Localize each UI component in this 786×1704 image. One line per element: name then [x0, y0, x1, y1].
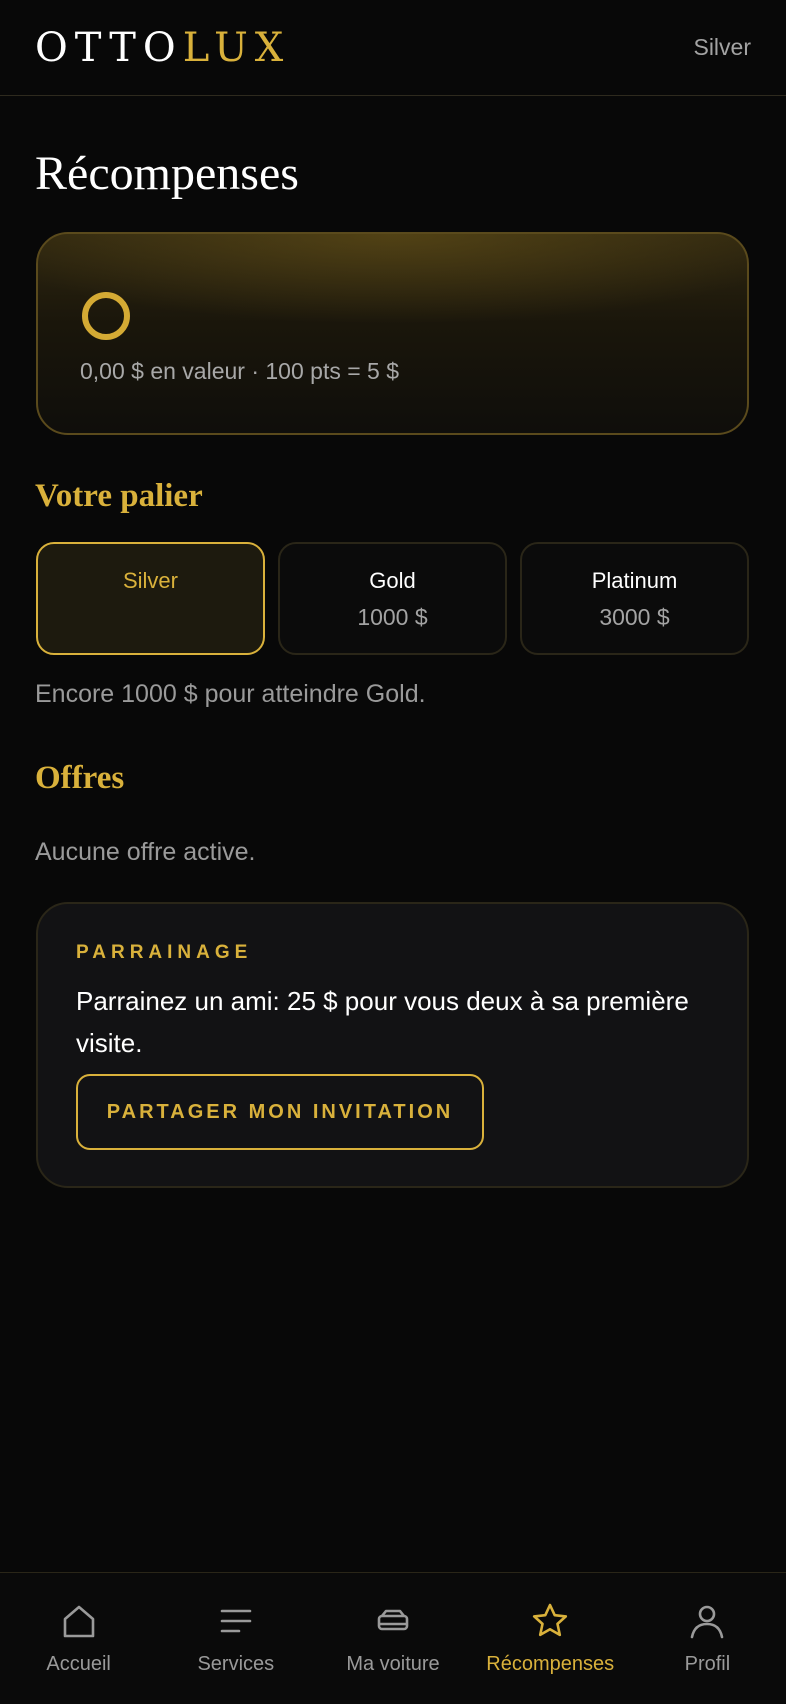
points-ring-icon	[82, 292, 130, 340]
nav-item-services[interactable]: Services	[157, 1573, 314, 1704]
bottom-nav: Accueil Services Ma voiture Récompenses …	[0, 1572, 786, 1704]
nav-item-ma-voiture[interactable]: Ma voiture	[314, 1573, 471, 1704]
top-bar: OTTOLUX Silver	[0, 0, 786, 96]
page-title: Récompenses	[35, 147, 299, 200]
points-card: 0,00 $ en valeur · 100 pts = 5 $	[36, 232, 749, 435]
home-icon	[59, 1601, 99, 1641]
nav-item-profil[interactable]: Profil	[629, 1573, 786, 1704]
star-icon	[530, 1601, 570, 1641]
tier-price: 1000 $	[357, 604, 428, 630]
tier-price: 3000 $	[599, 604, 670, 630]
tier-section-title: Votre palier	[35, 478, 203, 514]
offers-section-title: Offres	[35, 760, 125, 796]
tier-card-platinum[interactable]: Platinum 3000 $	[520, 542, 749, 655]
points-value-text: 0,00 $ en valeur · 100 pts = 5 $	[80, 358, 400, 384]
tier-badge: Silver	[693, 34, 751, 60]
nav-label: Services	[197, 1653, 275, 1675]
app-root: OTTOLUX Silver Récompenses 0,00 $ en val…	[0, 0, 786, 1704]
nav-label: Profil	[684, 1653, 731, 1675]
no-offers-text: Aucune offre active.	[35, 838, 256, 866]
nav-item-recompenses[interactable]: Récompenses	[472, 1573, 629, 1704]
menu-icon	[216, 1601, 256, 1641]
tier-card-silver[interactable]: Silver	[36, 542, 265, 655]
car-icon	[373, 1601, 413, 1641]
tier-list: Silver Gold 1000 $ Platinum 3000 $	[36, 542, 749, 655]
nav-label: Ma voiture	[346, 1653, 440, 1675]
referral-text: Parrainez un ami: 25 $ pour vous deux à …	[76, 986, 689, 1058]
nav-label: Accueil	[46, 1653, 111, 1675]
referral-card: PARRAINAGE Parrainez un ami: 25 $ pour v…	[36, 902, 749, 1188]
tier-name: Gold	[369, 568, 416, 593]
nav-label: Récompenses	[486, 1653, 615, 1675]
share-invitation-button[interactable]: PARTAGER MON INVITATION	[76, 1074, 484, 1150]
tier-name: Platinum	[591, 568, 678, 593]
ottolux-logo[interactable]: OTTOLUX	[35, 25, 290, 71]
tier-card-gold[interactable]: Gold 1000 $	[278, 542, 507, 655]
user-icon	[687, 1601, 727, 1641]
tier-name: Silver	[122, 568, 178, 593]
logo-lux: LUX	[182, 24, 291, 71]
next-tier-hint: Encore 1000 $ pour atteindre Gold.	[35, 680, 426, 708]
nav-item-accueil[interactable]: Accueil	[0, 1573, 157, 1704]
logo-otto: OTTO	[35, 24, 183, 71]
referral-label: PARRAINAGE	[76, 942, 253, 963]
